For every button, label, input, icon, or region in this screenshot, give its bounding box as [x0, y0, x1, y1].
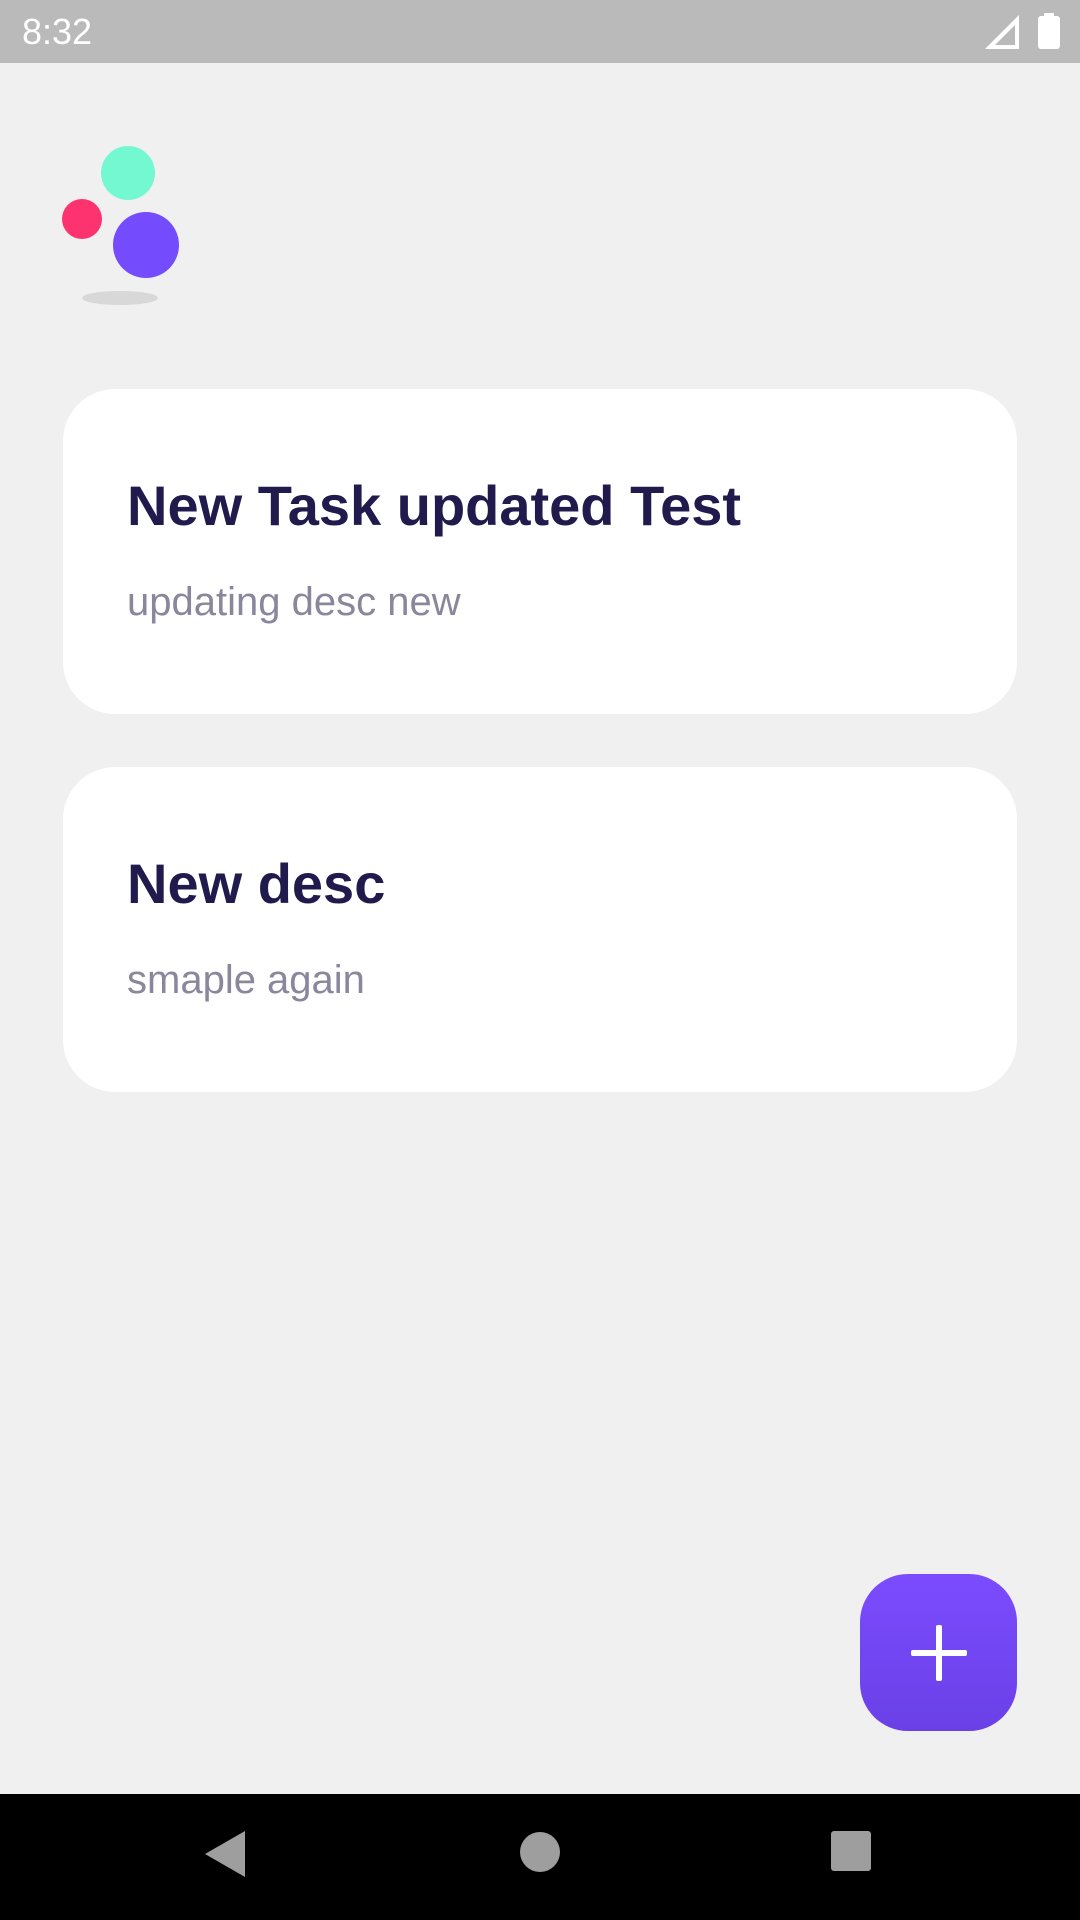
back-icon[interactable] [205, 1831, 245, 1877]
task-card[interactable]: New Task updated Test updating desc new [63, 389, 1017, 714]
task-title: New desc [127, 852, 386, 915]
task-description: smaple again [127, 958, 365, 1002]
battery-icon [1038, 13, 1060, 49]
task-card[interactable]: New desc smaple again [63, 767, 1017, 1092]
navigation-bar [0, 1794, 1080, 1920]
task-title: New Task updated Test [127, 474, 742, 537]
app-logo-icon [62, 146, 179, 305]
add-task-button[interactable] [860, 1574, 1017, 1731]
home-icon[interactable] [520, 1832, 560, 1872]
plus-icon [910, 1624, 967, 1681]
task-description: updating desc new [127, 580, 461, 624]
signal-icon [985, 15, 1019, 49]
status-bar: 8:32 [0, 0, 1080, 63]
recents-icon[interactable] [831, 1831, 871, 1871]
status-time: 8:32 [22, 11, 93, 52]
